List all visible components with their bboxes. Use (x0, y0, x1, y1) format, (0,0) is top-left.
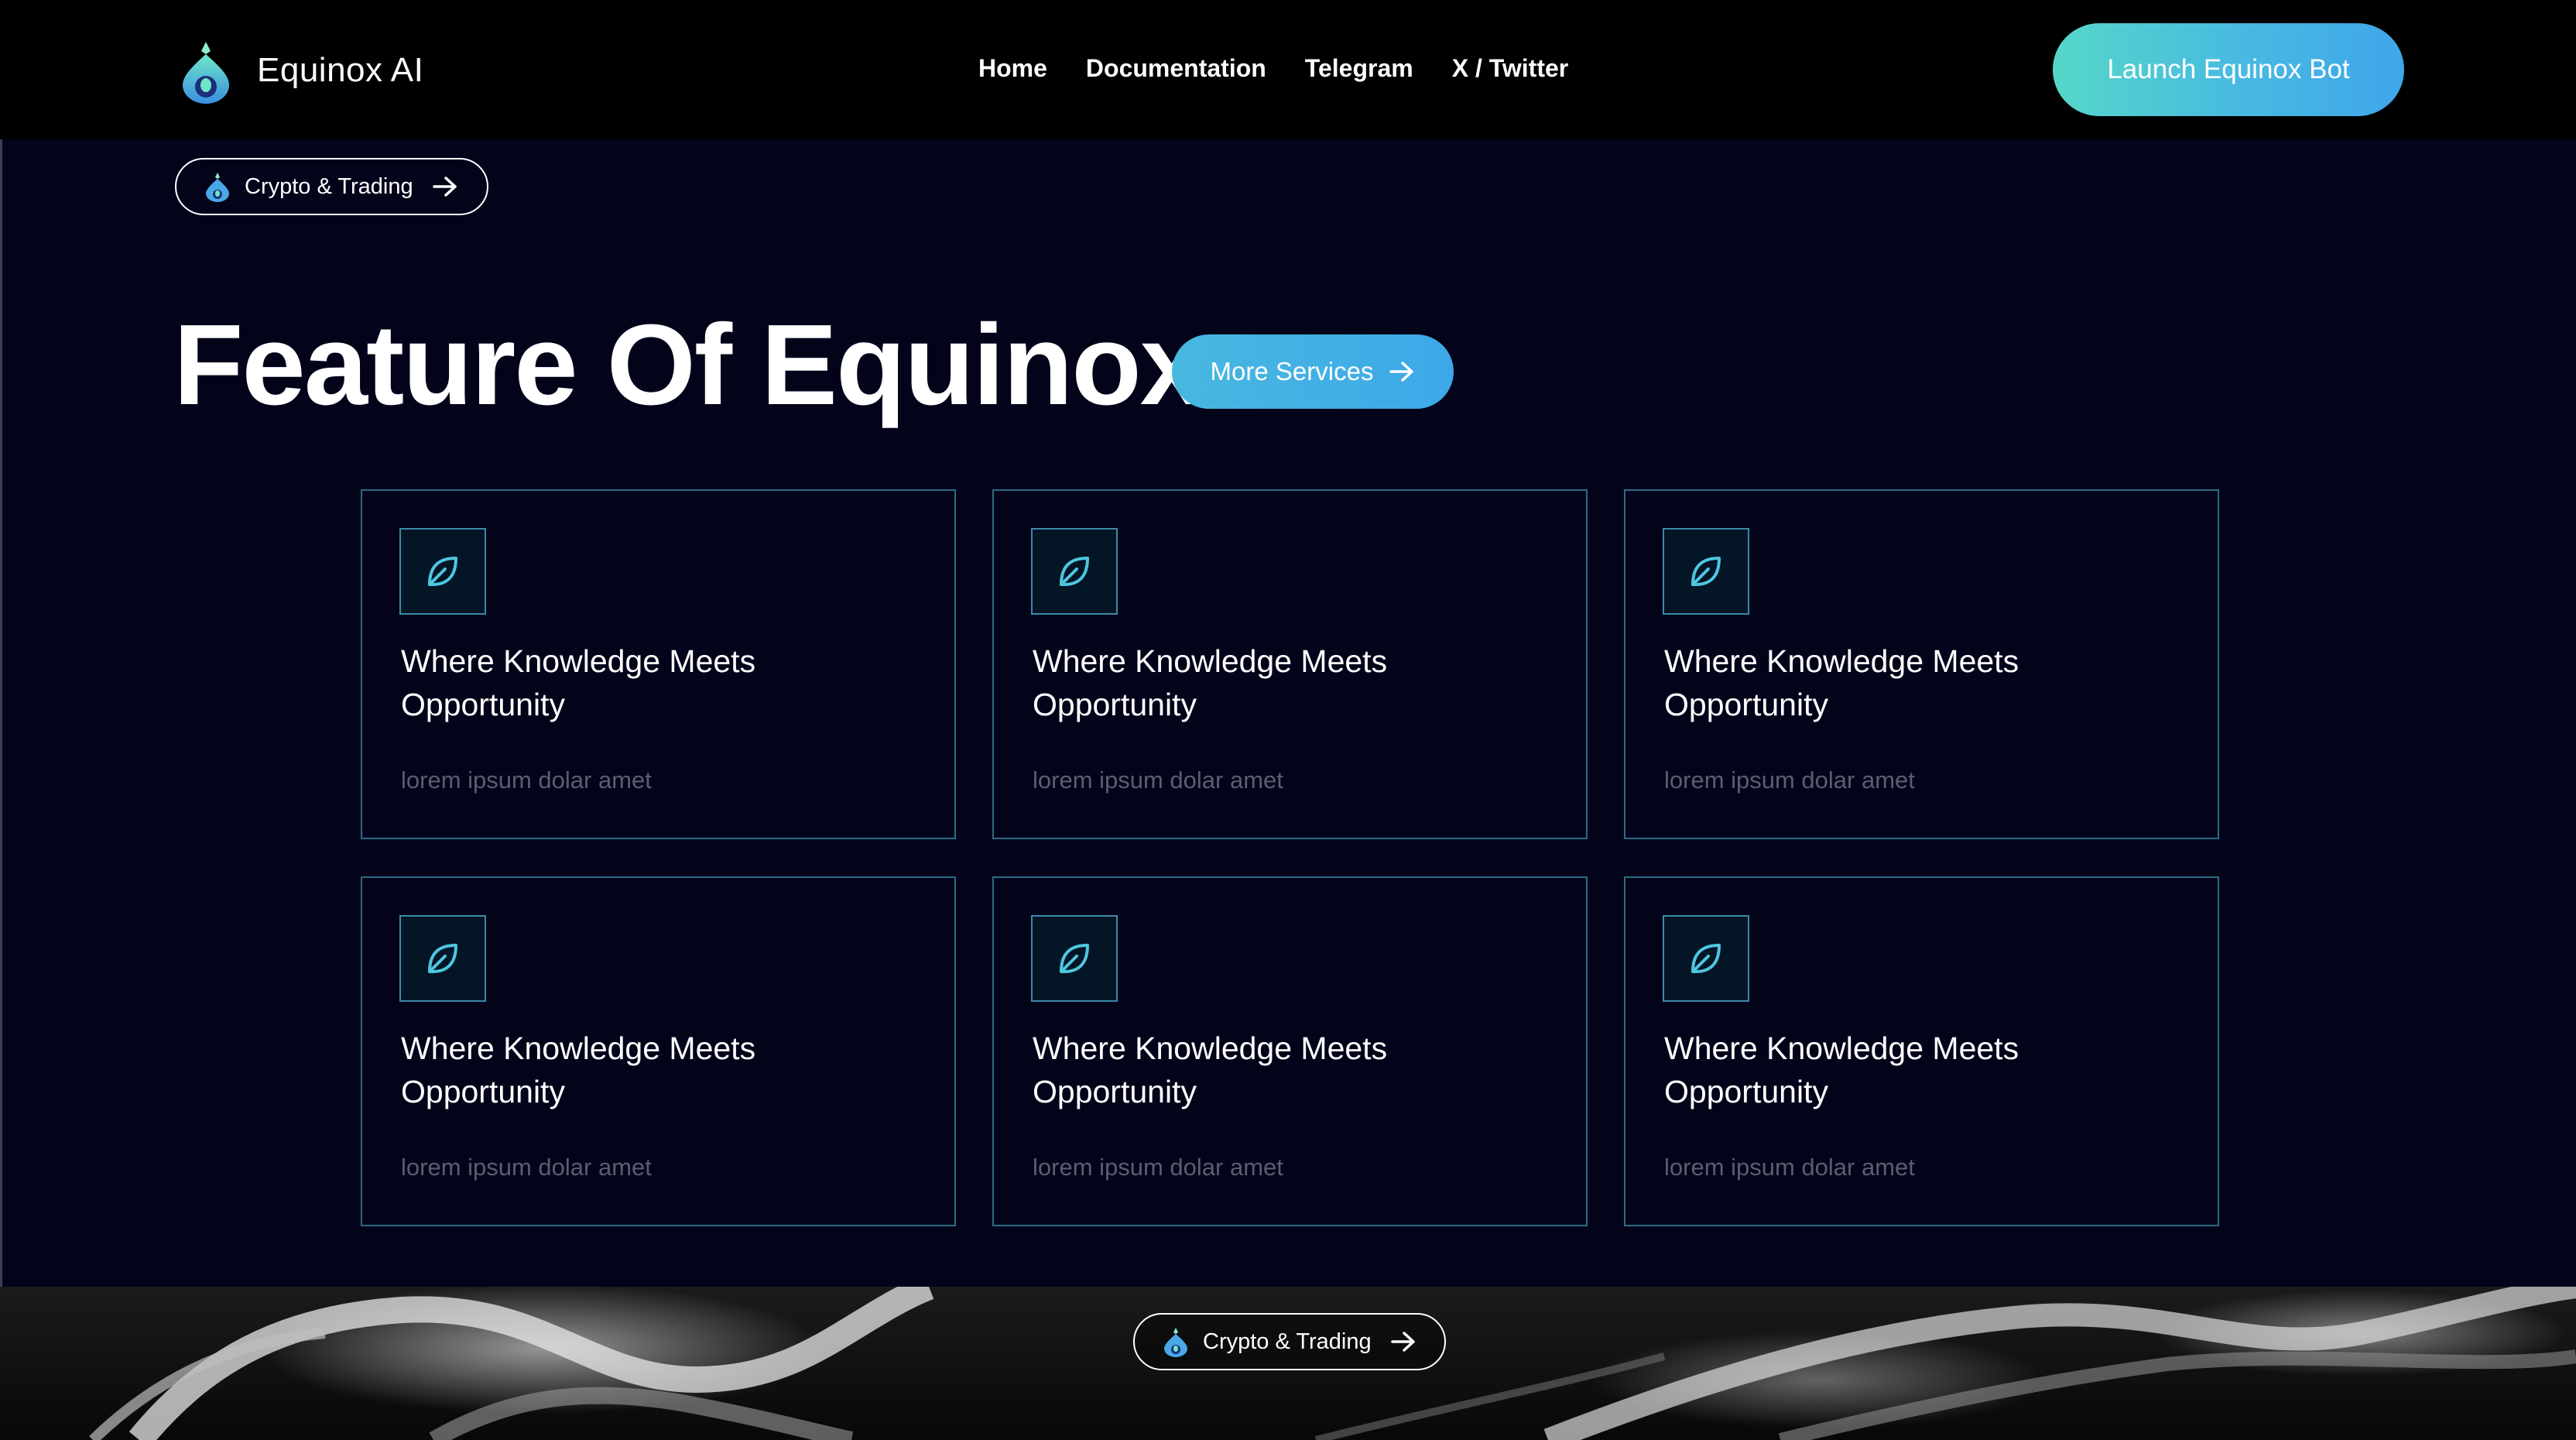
arrow-right-icon (432, 177, 457, 197)
more-services-label: More Services (1210, 357, 1374, 386)
feature-card[interactable]: Where Knowledge Meets Opportunity lorem … (992, 876, 1588, 1226)
feature-description: lorem ipsum dolar amet (401, 766, 652, 794)
feature-icon-box (1663, 915, 1749, 1002)
leaf-icon (1060, 944, 1089, 973)
feature-title: Where Knowledge Meets Opportunity (401, 643, 756, 722)
feature-title: Where Knowledge Meets Opportunity (1033, 1030, 1388, 1109)
crypto-trading-badge-bottom[interactable]: Crypto & Trading (1133, 1313, 1446, 1370)
feature-card[interactable]: Where Knowledge Meets Opportunity lorem … (1624, 489, 2219, 839)
leaf-icon (1060, 557, 1089, 586)
page: Equinox AI Home Documentation Telegram X… (0, 0, 2576, 1440)
feature-description: lorem ipsum dolar amet (1033, 1154, 1283, 1181)
feature-icon-box (1031, 915, 1118, 1002)
main-nav: Home Documentation Telegram X / Twitter (978, 54, 1568, 83)
leaf-icon (1691, 557, 1721, 586)
feature-icon-box (399, 915, 486, 1002)
feature-description: lorem ipsum dolar amet (1664, 766, 1915, 794)
crypto-trading-badge-top[interactable]: Crypto & Trading (175, 158, 488, 215)
drop-logo-icon (1164, 1328, 1187, 1357)
leaf-icon (428, 944, 457, 973)
badge-label: Crypto & Trading (1203, 1329, 1372, 1354)
feature-icon-box (1031, 528, 1118, 615)
feature-title: Where Knowledge Meets Opportunity (401, 1030, 756, 1109)
nav-link-telegram[interactable]: Telegram (1305, 54, 1413, 83)
brand-name: Equinox AI (257, 51, 424, 89)
arrow-right-icon (1390, 1332, 1415, 1352)
feature-card[interactable]: Where Knowledge Meets Opportunity lorem … (992, 489, 1588, 839)
brand-logo[interactable]: Equinox AI (176, 37, 423, 104)
feature-icon-box (399, 528, 486, 615)
feature-description: lorem ipsum dolar amet (401, 1154, 652, 1181)
feature-title: Where Knowledge Meets Opportunity (1664, 1030, 2019, 1109)
launch-bot-button[interactable]: Launch Equinox Bot (2053, 23, 2404, 116)
feature-description: lorem ipsum dolar amet (1664, 1154, 1915, 1181)
nav-link-home[interactable]: Home (978, 54, 1047, 83)
leaf-icon (1691, 944, 1721, 973)
feature-card[interactable]: Where Knowledge Meets Opportunity lorem … (1624, 876, 2219, 1226)
drop-logo-icon (183, 42, 229, 104)
feature-title: Where Knowledge Meets Opportunity (1664, 643, 2019, 722)
nav-link-documentation[interactable]: Documentation (1086, 54, 1266, 83)
window-edge (0, 0, 2, 1440)
badge-label: Crypto & Trading (245, 173, 413, 199)
nav-link-x-twitter[interactable]: X / Twitter (1452, 54, 1569, 83)
feature-card[interactable]: Where Knowledge Meets Opportunity lorem … (361, 489, 956, 839)
feature-description: lorem ipsum dolar amet (1033, 766, 1283, 794)
more-services-button[interactable]: More Services (1172, 334, 1454, 409)
navbar: Equinox AI Home Documentation Telegram X… (0, 0, 2576, 139)
feature-card[interactable]: Where Knowledge Meets Opportunity lorem … (361, 876, 956, 1226)
drop-logo-icon (206, 173, 229, 202)
arrow-right-icon (1389, 362, 1414, 382)
page-title: Feature Of Equinox (173, 301, 1204, 429)
feature-title: Where Knowledge Meets Opportunity (1033, 643, 1388, 722)
feature-icon-box (1663, 528, 1749, 615)
leaf-icon (428, 557, 457, 586)
